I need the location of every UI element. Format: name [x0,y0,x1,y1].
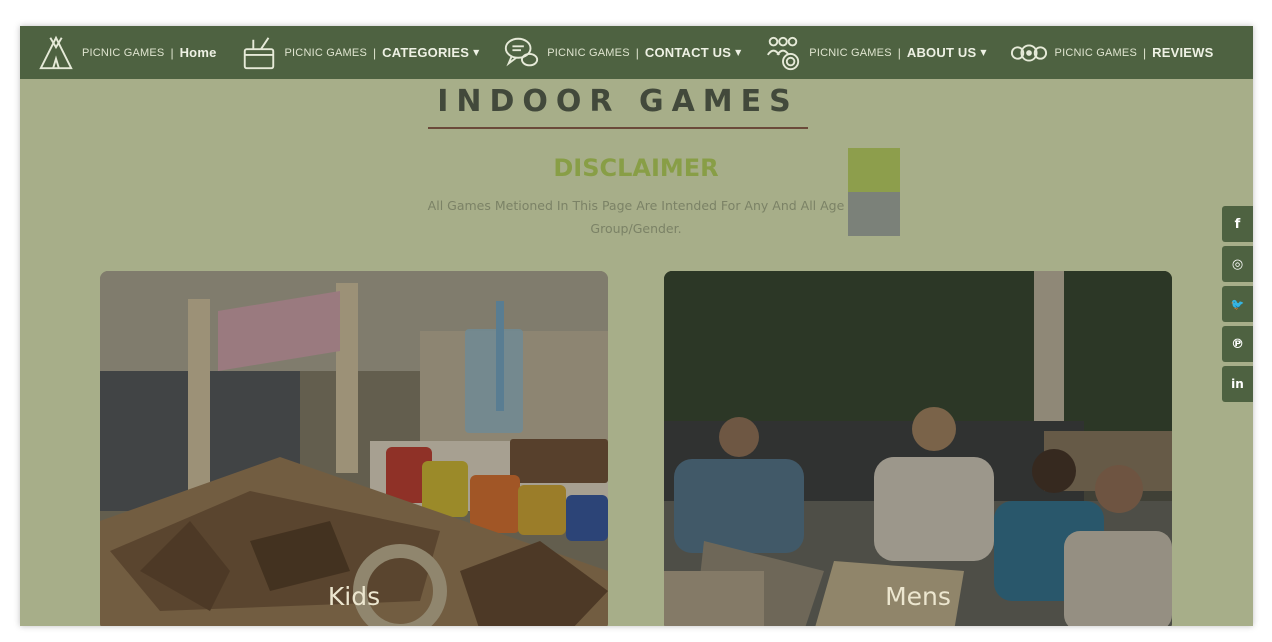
people-icon [763,33,803,73]
category-card-kids[interactable]: Kids [100,271,608,626]
nav-item-categories[interactable]: PICNIC GAMES | CATEGORIES ▼ [239,26,480,79]
chevron-down-icon: ▼ [473,48,480,57]
pinterest-icon[interactable]: ℗ [1222,326,1253,362]
nav-item-reviews[interactable]: PICNIC GAMES | REVIEWS [1009,26,1214,79]
nav-separator: | [170,45,174,60]
basket-icon [239,33,279,73]
navbar: PICNIC GAMES | Home PICNIC GAMES | CATEG… [20,26,1253,79]
category-card-mens[interactable]: Mens [664,271,1172,626]
disclaimer-text: All Games Metioned In This Page Are Inte… [427,198,845,236]
facebook-icon[interactable]: f [1222,206,1253,242]
page-frame: PICNIC GAMES | Home PICNIC GAMES | CATEG… [20,26,1253,626]
card-overlay [100,271,608,626]
nav-separator: | [1143,45,1147,60]
chat-bubbles-icon [501,33,541,73]
nav-label-reviews: REVIEWS [1152,45,1214,60]
linkedin-icon[interactable]: in [1222,366,1253,402]
nav-brand-text: PICNIC GAMES [1054,46,1137,59]
nav-label-home: Home [179,45,217,60]
color-swatch-green [848,148,900,192]
nav-item-about-us[interactable]: PICNIC GAMES | ABOUT US ▼ [763,26,987,79]
color-swatch-gray [848,192,900,236]
nav-label-about-us: ABOUT US [906,45,977,60]
card-label-kids: Kids [327,582,381,611]
nav-separator: | [635,45,639,60]
nav-separator: | [897,45,901,60]
card-overlay [664,271,1172,626]
review-icon [1009,33,1049,73]
tent-icon [36,33,76,73]
nav-item-contact-us[interactable]: PICNIC GAMES | CONTACT US ▼ [501,26,741,79]
nav-separator: | [372,45,377,60]
nav-label-categories: CATEGORIES [382,45,470,60]
social-bar: f ◎ 🐦 ℗ in [1222,206,1253,406]
chevron-down-icon: ▼ [980,48,987,57]
disclaimer-title: DISCLAIMER [553,154,719,182]
nav-label-contact-us: CONTACT US [644,45,732,60]
twitter-icon[interactable]: 🐦 [1222,286,1253,322]
nav-brand-text: PICNIC GAMES [547,46,630,59]
card-label-mens: Mens [885,582,951,611]
nav-brand-text: PICNIC GAMES [82,46,165,59]
instagram-icon[interactable]: ◎ [1222,246,1253,282]
nav-item-home[interactable]: PICNIC GAMES | Home [36,26,217,79]
page-title: INDOOR GAMES [437,84,799,119]
nav-brand-text: PICNIC GAMES [809,46,892,59]
title-underline [428,127,808,129]
nav-brand-text: PICNIC GAMES [284,46,367,59]
chevron-down-icon: ▼ [735,48,742,57]
